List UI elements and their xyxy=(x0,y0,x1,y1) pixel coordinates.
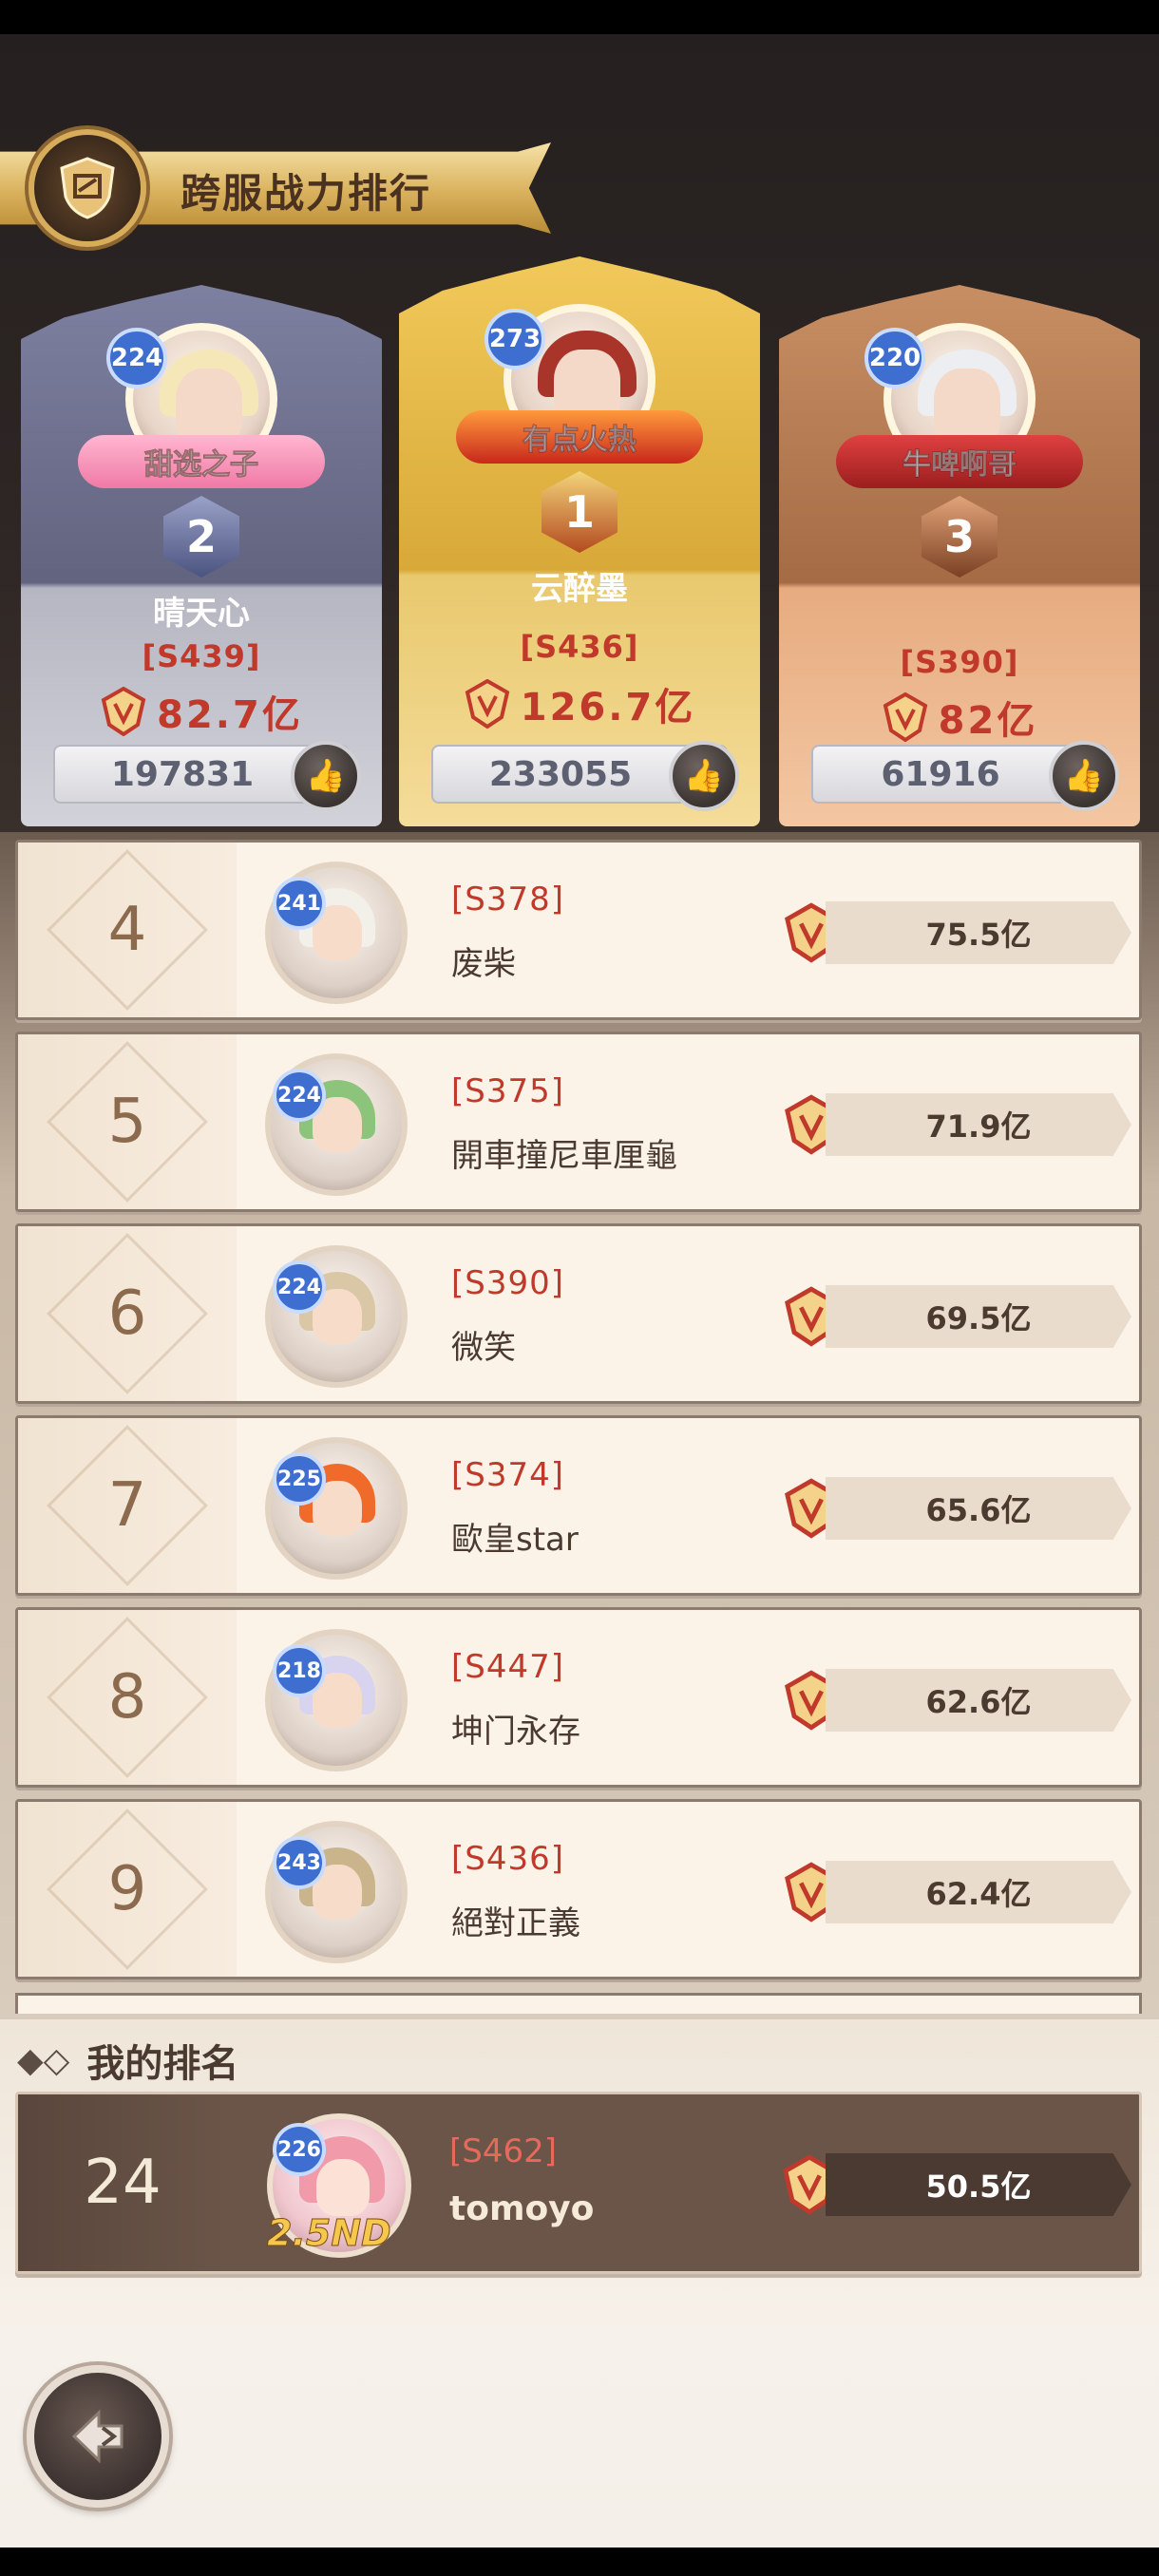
server-tag: [S436] xyxy=(520,629,639,665)
power-bar: 50.5亿 xyxy=(826,2153,1131,2216)
rank-cell: 4 xyxy=(18,843,237,1017)
likes-counter: 197831 👍 xyxy=(53,741,361,811)
server-tag: [S375] xyxy=(451,1072,565,1110)
level-badge: 218 xyxy=(273,1644,326,1697)
power-value: 71.9亿 xyxy=(925,1108,1032,1145)
ranking-row[interactable]: 9 243 [S436] 絕對正義 62.4亿 xyxy=(15,1799,1142,1979)
power-value: 75.5亿 xyxy=(925,917,1032,953)
power-value: 62.6亿 xyxy=(925,1684,1032,1720)
power-row: 82亿 xyxy=(779,690,1140,745)
rank-cell: 9 xyxy=(18,1802,237,1977)
power-value: 50.5亿 xyxy=(925,2169,1032,2205)
ranking-row[interactable]: 8 218 [S447] 坤门永存 62.6亿 xyxy=(15,1607,1142,1788)
status-bar xyxy=(0,0,1159,34)
my-ranking-label: 我的排名 xyxy=(86,2042,239,2086)
power-row: 82.7亿 xyxy=(21,684,382,739)
rank-cell: 7 xyxy=(18,1418,237,1593)
player-name: 晴天心 xyxy=(153,595,250,633)
server-tag: [S390] xyxy=(900,644,1019,680)
ranking-row[interactable]: 7 225 [S374] 歐皇star 65.6亿 xyxy=(15,1415,1142,1596)
player-name: tomoyo xyxy=(449,2189,595,2228)
rank-cell: 6 xyxy=(18,1226,237,1401)
rank-cell: 5 xyxy=(18,1034,237,1209)
rank-number: 24 xyxy=(84,2148,162,2218)
player-name: 絕對正義 xyxy=(451,1904,580,1942)
ranking-row[interactable]: 5 224 [S375] 開車撞尼車厘龜 71.9亿 xyxy=(15,1032,1142,1212)
player-name: 微笑 xyxy=(451,1329,516,1367)
server-tag: [S374] xyxy=(451,1456,565,1494)
server-tag: [S378] xyxy=(451,881,565,919)
player-name: 坤门永存 xyxy=(451,1713,580,1751)
thumbs-up-icon[interactable]: 👍 xyxy=(291,741,361,811)
power-bar: 62.4亿 xyxy=(826,1861,1131,1923)
power-value: 69.5亿 xyxy=(925,1300,1032,1336)
page-title: 跨服战力排行 xyxy=(180,170,432,217)
podium-card-rank-1[interactable]: 273 有点火热 1 云醉墨 [S436] 126.7亿 233055 👍 xyxy=(399,256,760,826)
level-badge: 224 xyxy=(273,1260,326,1314)
level-badge: 224 xyxy=(273,1069,326,1122)
rank-number: 8 xyxy=(107,1662,147,1733)
power-crest-icon xyxy=(465,679,510,729)
title-tag: 甜选之子 xyxy=(78,435,325,488)
ranking-row[interactable]: 6 224 [S390] 微笑 69.5亿 xyxy=(15,1223,1142,1404)
double-diamond-icon: ◆◇ xyxy=(17,2040,70,2080)
level-badge: 224 xyxy=(106,328,167,388)
podium-card-rank-2[interactable]: 224 甜选之子 2 晴天心 [S439] 82.7亿 197831 👍 xyxy=(21,285,382,826)
title-tag: 牛啤啊哥 xyxy=(836,435,1083,488)
title-tag: 有点火热 xyxy=(456,410,703,464)
rank-number: 6 xyxy=(107,1279,147,1349)
level-badge: 243 xyxy=(273,1836,326,1889)
my-ranking-row[interactable]: 24 226 2.5ND [S462] tomoyo 50.5亿 xyxy=(15,2092,1142,2274)
podium-card-rank-3[interactable]: 220 牛啤啊哥 3 [S390] 82亿 61916 👍 xyxy=(779,285,1140,826)
power-value: 82亿 xyxy=(938,699,1038,743)
server-tag: [S390] xyxy=(451,1264,565,1302)
level-badge: 225 xyxy=(273,1452,326,1506)
level-badge: 273 xyxy=(484,309,545,369)
power-value: 65.6亿 xyxy=(925,1492,1032,1528)
my-ranking-header: ◆◇ 我的排名 xyxy=(17,2033,238,2088)
player-name: 開車撞尼車厘龜 xyxy=(451,1137,677,1175)
power-bar: 62.6亿 xyxy=(826,1669,1131,1732)
server-tag: [S447] xyxy=(451,1648,565,1686)
navigation-bar xyxy=(0,2548,1159,2576)
player-name: 废柴 xyxy=(451,945,516,983)
rank-number: 4 xyxy=(107,895,147,965)
power-bar: 65.6亿 xyxy=(826,1477,1131,1540)
power-bar: 75.5亿 xyxy=(826,901,1131,964)
likes-counter: 233055 👍 xyxy=(431,741,739,811)
back-arrow-icon xyxy=(71,2409,124,2464)
anniversary-tag: 2.5ND xyxy=(267,2212,392,2255)
level-badge: 241 xyxy=(273,877,326,930)
list-item-partial xyxy=(15,1993,1142,2014)
level-badge: 220 xyxy=(864,328,925,388)
power-bar: 71.9亿 xyxy=(826,1093,1131,1156)
likes-counter: 61916 👍 xyxy=(811,741,1119,811)
power-bar: 69.5亿 xyxy=(826,1285,1131,1348)
rank-number: 7 xyxy=(107,1470,147,1541)
server-tag: [S436] xyxy=(451,1840,565,1878)
rank-number: 5 xyxy=(107,1087,147,1157)
rank-cell: 8 xyxy=(18,1610,237,1785)
power-value: 62.4亿 xyxy=(925,1876,1032,1912)
level-badge: 226 xyxy=(273,2123,326,2176)
power-value: 82.7亿 xyxy=(157,693,303,737)
thumbs-up-icon[interactable]: 👍 xyxy=(669,741,739,811)
ranking-row[interactable]: 4 241 [S378] 废柴 75.5亿 xyxy=(15,840,1142,1020)
power-row: 126.7亿 xyxy=(399,676,760,731)
server-tag: [S462] xyxy=(449,2132,558,2170)
rank-number: 9 xyxy=(107,1854,147,1924)
back-button[interactable] xyxy=(27,2365,169,2508)
ranking-shield-icon xyxy=(28,129,146,247)
power-crest-icon xyxy=(883,692,927,742)
rank-cell: 24 xyxy=(18,2094,227,2271)
server-tag: [S439] xyxy=(142,638,261,674)
player-name: 云醉墨 xyxy=(531,570,628,608)
power-value: 126.7亿 xyxy=(520,686,696,729)
player-name: 歐皇star xyxy=(451,1521,579,1559)
power-crest-icon xyxy=(101,687,146,736)
thumbs-up-icon[interactable]: 👍 xyxy=(1049,741,1119,811)
